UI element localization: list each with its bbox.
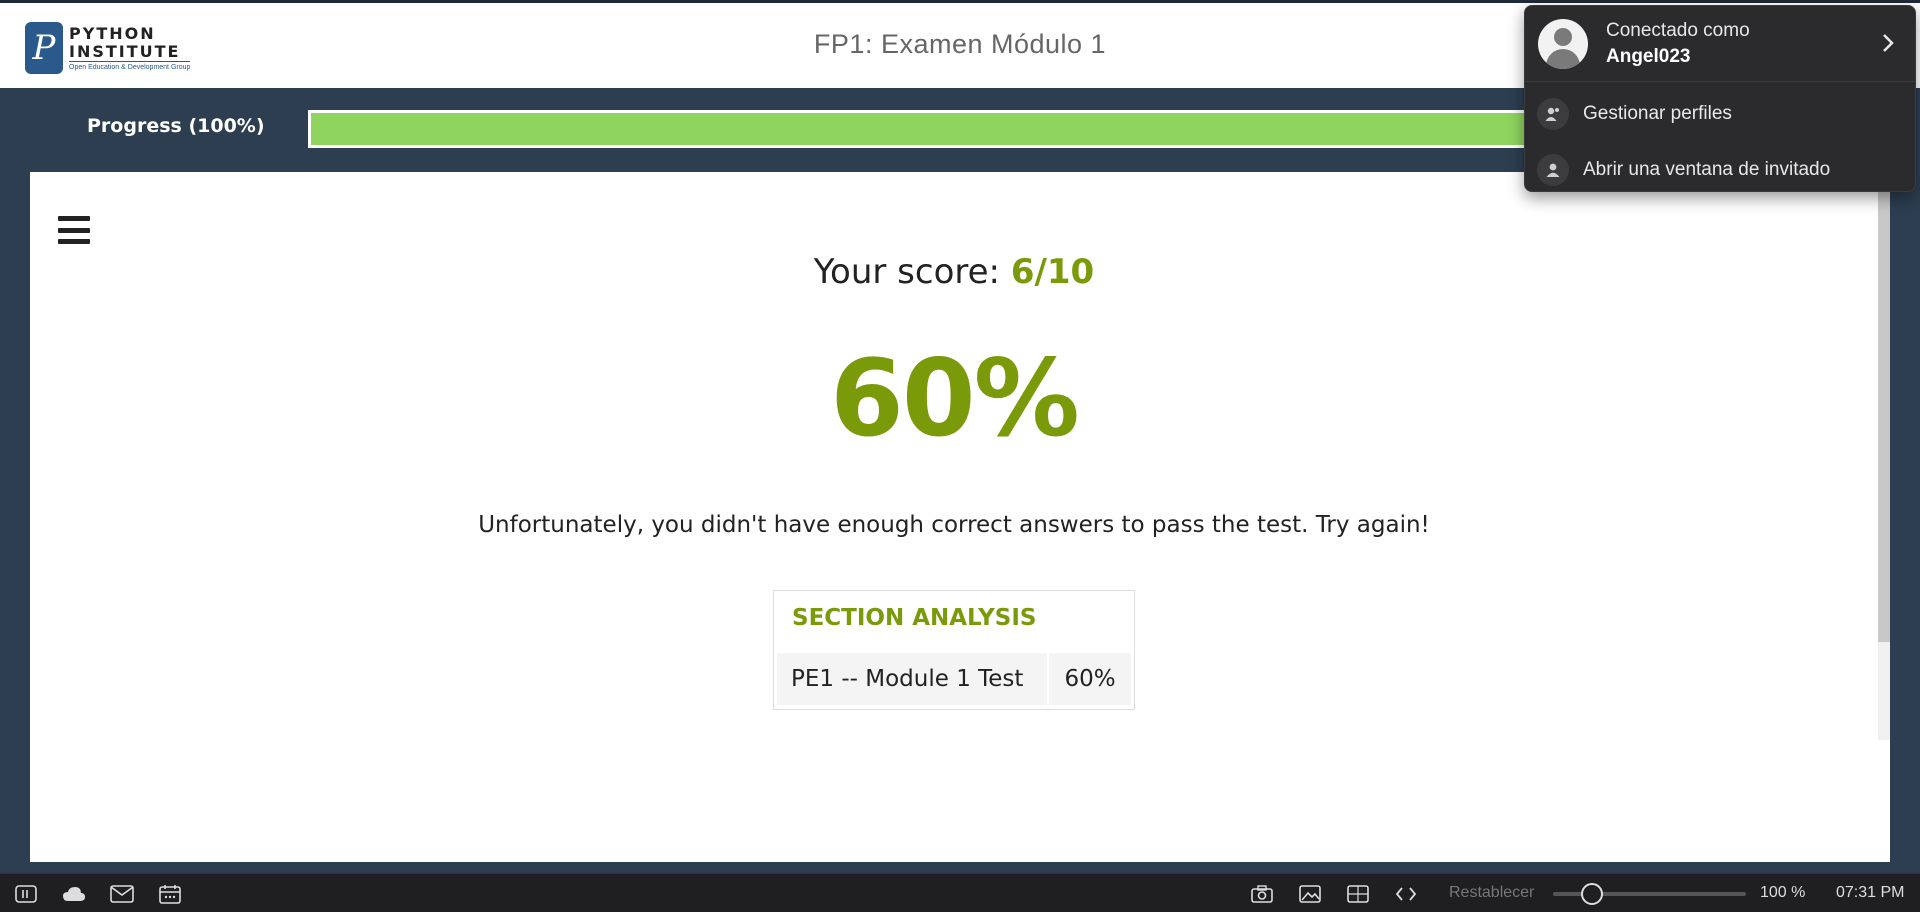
section-percent: 60% [1049, 653, 1131, 705]
section-name: PE1 -- Module 1 Test [777, 653, 1047, 705]
avatar [1538, 19, 1588, 69]
zoom-reset-button[interactable]: Restablecer [1449, 884, 1534, 902]
mail-icon[interactable] [110, 883, 134, 905]
score-percent: 60% [830, 337, 1080, 460]
calendar-icon[interactable] [158, 883, 182, 905]
score-line: Your score: 6/10 [30, 252, 1878, 292]
logo-line3: Open Education & Development Group [69, 64, 191, 71]
zoom-slider[interactable] [1553, 883, 1746, 905]
current-profile-item[interactable]: Conectado como Angel023 [1525, 6, 1915, 82]
manage-profiles-label: Gestionar perfiles [1583, 103, 1732, 124]
score-label: Your score: [813, 252, 1011, 292]
guest-window-item[interactable]: Abrir una ventana de invitado [1525, 143, 1915, 197]
profile-username: Angel023 [1606, 46, 1691, 67]
connected-as-label: Conectado como [1606, 20, 1750, 41]
code-icon[interactable] [1394, 883, 1418, 905]
zoom-level: 100 % [1760, 884, 1806, 901]
manage-profiles-item[interactable]: Gestionar perfiles [1525, 87, 1915, 141]
scrollbar[interactable] [1878, 172, 1890, 740]
cloud-icon[interactable] [62, 883, 86, 905]
table-row: PE1 -- Module 1 Test 60% [777, 653, 1131, 705]
guest-window-label: Abrir una ventana de invitado [1583, 159, 1831, 180]
section-analysis-table: SECTION ANALYSIS PE1 -- Module 1 Test 60… [773, 590, 1135, 710]
section-analysis-title: SECTION ANALYSIS [792, 605, 1037, 631]
clock: 07:31 PM [1836, 884, 1905, 901]
result-message: Unfortunately, you didn't have enough co… [478, 512, 1430, 538]
hamburger-menu-icon[interactable] [58, 216, 90, 244]
scrollbar-thumb[interactable] [1878, 172, 1890, 642]
manage-profiles-icon [1537, 98, 1569, 130]
sidebar-icon[interactable] [14, 883, 38, 905]
progress-label: Progress (100%) [87, 115, 265, 137]
image-icon[interactable] [1298, 883, 1322, 905]
profile-menu: Conectado como Angel023 Gestionar perfil… [1524, 5, 1916, 192]
window-icon[interactable] [1346, 883, 1370, 905]
camera-icon[interactable] [1250, 883, 1274, 905]
zoom-slider-handle[interactable] [1580, 883, 1603, 905]
bottom-bar: Restablecer 100 % 07:31 PM [0, 873, 1920, 912]
guest-icon [1537, 154, 1569, 186]
score-value: 6/10 [1010, 252, 1095, 292]
results-panel: Your score: 6/10 60% Unfortunately, you … [30, 172, 1890, 862]
chevron-right-icon [1883, 34, 1894, 52]
